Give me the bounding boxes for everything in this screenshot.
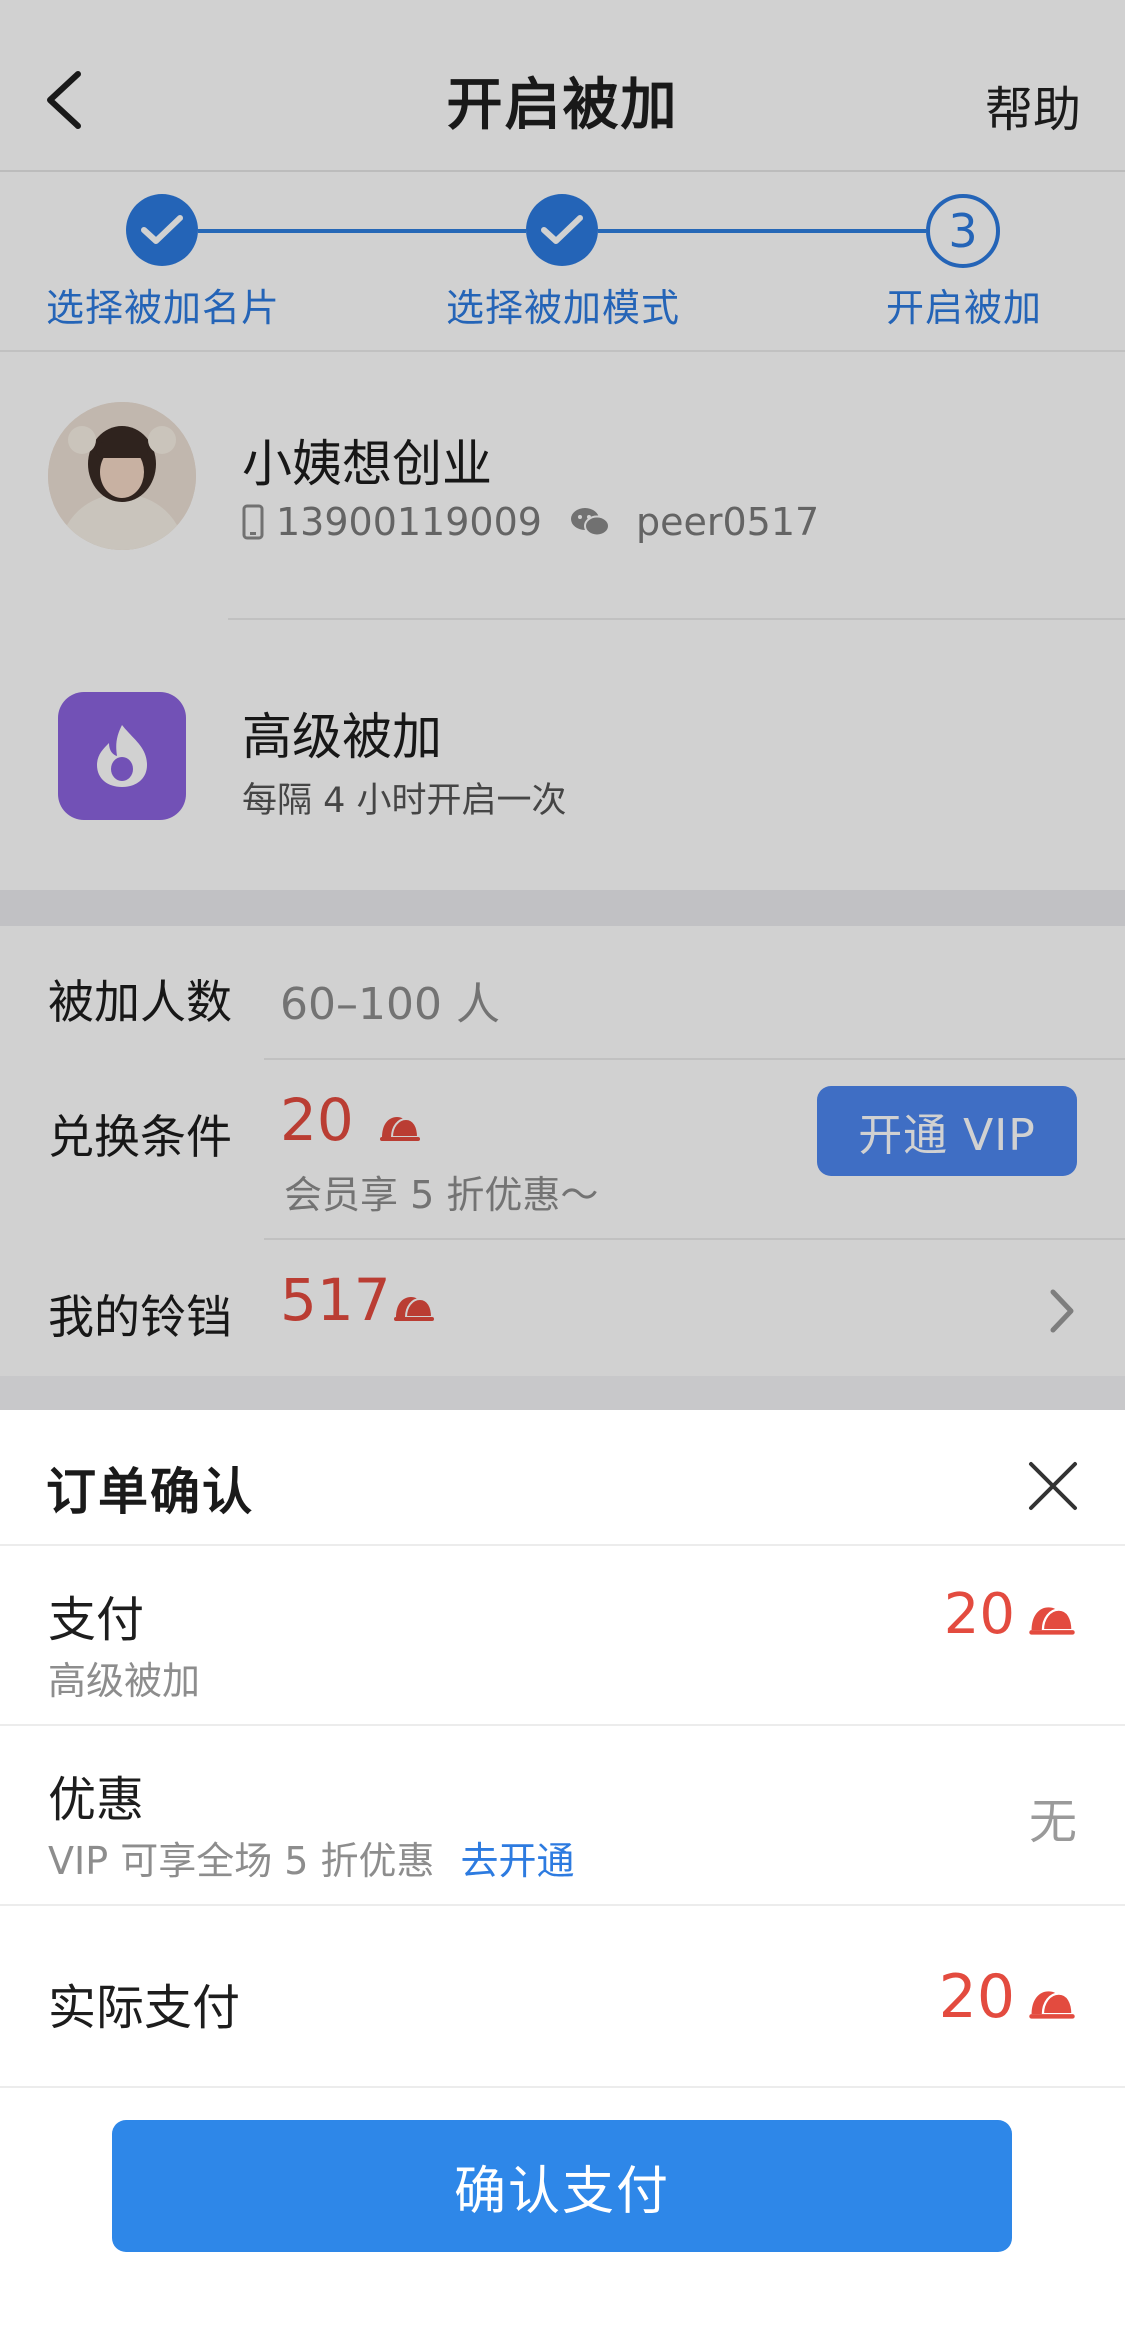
count-value: 60–100 人 [280,979,500,1030]
step-3-number: 3 [926,194,1000,268]
step-2-label: 选择被加模式 [446,286,681,330]
step-1-label: 选择被加名片 [46,286,281,330]
page-title: 开启被加 [446,73,679,138]
divider [0,1724,1125,1726]
discount-sub-row: VIP 可享全场 5 折优惠 去开通 [48,1830,575,1885]
divider [0,1544,1125,1546]
open-vip-button[interactable]: 开通 VIP [817,1086,1077,1176]
divider [264,1238,1125,1240]
step-1-check-icon [126,194,198,266]
step-3-label: 开启被加 [886,286,1043,330]
nav-bar: 开启被加 帮助 [0,0,1125,172]
bell-icon [394,1297,434,1321]
actual-pay-amount: 20 [938,1962,1015,2032]
stepper: 3 选择被加名片 选择被加模式 开启被加 [0,172,1125,352]
help-button[interactable]: 帮助 [985,70,1081,140]
exchange-label: 兑换条件 [48,1110,232,1164]
phone-icon [242,504,264,540]
pay-sub: 高级被加 [48,1659,201,1703]
actual-pay-label: 实际支付 [48,1980,241,2036]
exchange-note: 会员享 5 折优惠～ [284,1173,599,1217]
divider [228,618,1125,620]
sheet-title: 订单确认 [46,1463,254,1521]
discount-label: 优惠 [48,1772,145,1828]
avatar [48,402,196,550]
wechat-icon [571,508,610,537]
wechat-row: peer0517 [570,500,819,544]
confirm-pay-button[interactable]: 确认支付 [112,2120,1012,2252]
bell-icon [1029,1991,1075,2019]
mode-title: 高级被加 [242,708,442,766]
exchange-value: 20 [280,1086,354,1154]
section-gap [0,890,1125,926]
flame-icon [58,692,186,820]
bell-icon [1029,1607,1075,1635]
chevron-right-icon[interactable] [1047,1286,1077,1336]
pay-label: 支付 [48,1592,145,1648]
profile-card: 小姨想创业 13900119009 peer0517 高级被加 每隔 4 小时开… [0,352,1125,890]
divider [0,1904,1125,1906]
divider [0,2086,1125,2088]
order-confirm-sheet: 订单确认 支付 高级被加 20 优惠 VIP 可享全场 5 折优惠 去开通 无 实… [0,1410,1125,2340]
count-label: 被加人数 [48,975,232,1029]
step-2-check-icon [526,194,598,266]
divider [264,1058,1125,1060]
page-background: 开启被加 帮助 3 选择被加名片 选择被加模式 开启被加 小姨想创业 13900… [0,0,1125,1410]
step-connector [598,229,926,233]
info-card: 被加人数 60–100 人 兑换条件 20 会员享 5 折优惠～ 开通 VIP … [0,926,1125,1376]
bell-icon [380,1117,420,1141]
bells-label[interactable]: 我的铃铛 [48,1281,232,1347]
mode-description: 每隔 4 小时开启一次 [242,781,567,821]
phone-row: 13900119009 [242,500,542,544]
phone-number: 13900119009 [276,500,542,544]
discount-sub: VIP 可享全场 5 折优惠 [48,1839,435,1883]
step-connector [198,229,526,233]
pay-amount: 20 [943,1582,1015,1647]
user-name: 小姨想创业 [242,435,492,493]
open-vip-link[interactable]: 去开通 [461,1839,575,1883]
wechat-id: peer0517 [636,500,820,544]
discount-value: 无 [1028,1794,1077,1850]
close-icon[interactable] [1027,1460,1079,1512]
bells-balance: 517 [280,1266,391,1334]
